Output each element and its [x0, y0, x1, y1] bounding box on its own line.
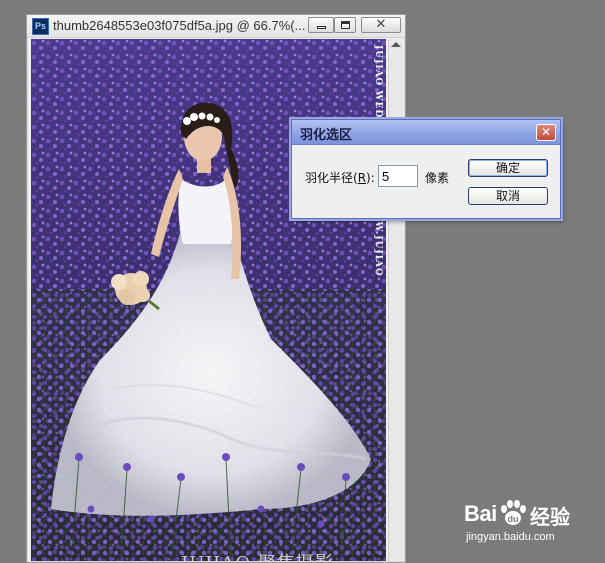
photoshop-workspace: Ps thumb2648553e03f075df5a.jpg @ 66.7%(.… — [0, 0, 605, 563]
scroll-up-icon[interactable] — [391, 42, 401, 47]
bottom-watermark-text: JUJIAO 聚焦摄影 — [181, 549, 334, 561]
feather-radius-accesskey: R — [357, 171, 367, 185]
svg-text:du: du — [508, 514, 519, 524]
unit-label: 像素 — [425, 171, 450, 185]
close-button[interactable]: ✕ — [361, 17, 401, 33]
feather-radius-label-suffix: ): — [366, 171, 375, 185]
image-canvas[interactable]: JUJIAO WEDDING HTTP://WWW.JUJIAO JUJIAO … — [31, 39, 386, 561]
document-titlebar[interactable]: Ps thumb2648553e03f075df5a.jpg @ 66.7%(.… — [27, 15, 405, 38]
document-title: thumb2648553e03f075df5a.jpg @ 66.7%(... — [53, 18, 305, 33]
jingyan-text: 经验 — [530, 505, 570, 529]
vertical-scrollbar[interactable] — [388, 39, 403, 561]
feather-selection-dialog[interactable]: 羽化选区 ✕ 羽化半径(R): 像素 确定 取消 — [291, 119, 561, 219]
feather-radius-input[interactable] — [378, 165, 418, 187]
baidu-brand-text: Bai — [464, 501, 497, 526]
minimize-button[interactable] — [308, 17, 334, 33]
ok-button[interactable]: 确定 — [468, 159, 548, 177]
maximize-button[interactable] — [334, 17, 356, 33]
dialog-close-button[interactable]: ✕ — [536, 124, 556, 141]
baidu-jingyan-watermark: Bai du 经验 jingyan.baidu.com — [464, 495, 604, 545]
watermark-url: jingyan.baidu.com — [466, 531, 555, 543]
dialog-title: 羽化选区 — [300, 128, 353, 143]
dialog-titlebar[interactable]: 羽化选区 ✕ — [292, 120, 560, 145]
feather-radius-label-prefix: 羽化半径( — [305, 171, 358, 185]
photoshop-icon: Ps — [32, 18, 49, 35]
close-icon: ✕ — [375, 17, 387, 32]
wedding-photo — [31, 39, 386, 561]
feather-radius-label: 羽化半径(R): — [305, 169, 375, 186]
close-icon: ✕ — [540, 125, 552, 139]
dialog-body: 羽化半径(R): 像素 确定 取消 — [292, 145, 560, 218]
cancel-button[interactable]: 取消 — [468, 187, 548, 205]
document-window[interactable]: Ps thumb2648553e03f075df5a.jpg @ 66.7%(.… — [26, 14, 406, 563]
baidu-paw-icon: du — [501, 500, 526, 525]
